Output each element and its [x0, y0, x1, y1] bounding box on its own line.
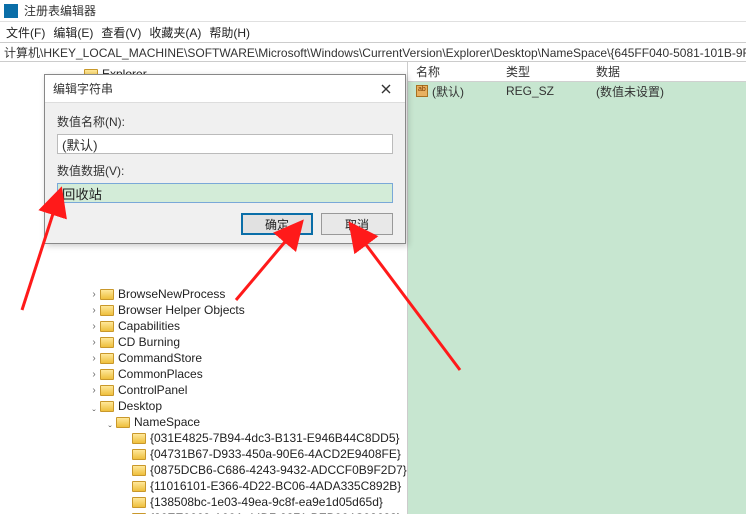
folder-icon [132, 481, 146, 492]
row-data: (数值未设置) [588, 83, 746, 100]
tree-node[interactable]: › CommonPlaces [0, 366, 407, 382]
tree-node[interactable]: ˬ NameSpace [0, 414, 407, 430]
tree-label: {0875DCB6-C686-4243-9432-ADCCF0B9F2D7} [150, 463, 407, 477]
tree-node[interactable]: {26EE0668-A00A-44D7-9371-BEB064C98683} [0, 510, 407, 514]
tree-node[interactable]: ˬ Desktop [0, 398, 407, 414]
value-data-label: 数值数据(V): [57, 162, 393, 179]
tree-label: {04731B67-D933-450a-90E6-4ACD2E9408FE} [150, 447, 401, 461]
dialog-titlebar[interactable]: 编辑字符串 [45, 75, 405, 103]
folder-icon [132, 449, 146, 460]
menu-file[interactable]: 文件(F) [4, 24, 47, 41]
value-name-input [57, 134, 393, 154]
menu-edit[interactable]: 编辑(E) [51, 24, 95, 41]
folder-icon [100, 321, 114, 332]
folder-icon [100, 353, 114, 364]
value-data-input[interactable] [57, 183, 393, 203]
folder-icon [100, 401, 114, 412]
folder-icon [116, 417, 130, 428]
tree-label: Desktop [118, 399, 162, 413]
string-icon [416, 85, 428, 97]
chevron-right-icon[interactable]: › [88, 369, 100, 380]
row-type: REG_SZ [498, 84, 588, 98]
chevron-right-icon[interactable]: › [88, 337, 100, 348]
ok-button[interactable]: 确定 [241, 213, 313, 235]
tree-node[interactable]: {11016101-E366-4D22-BC06-4ADA335C892B} [0, 478, 407, 494]
tree-label: Browser Helper Objects [118, 303, 245, 317]
folder-icon [100, 289, 114, 300]
cancel-button[interactable]: 取消 [321, 213, 393, 235]
row-name: (默认) [432, 83, 464, 100]
tree-node[interactable]: › CommandStore [0, 350, 407, 366]
folder-icon [132, 433, 146, 444]
chevron-down-icon[interactable]: ˬ [104, 417, 116, 428]
address-bar[interactable]: 计算机\HKEY_LOCAL_MACHINE\SOFTWARE\Microsof… [0, 42, 746, 62]
tree-label: Capabilities [118, 319, 180, 333]
close-icon[interactable] [369, 79, 403, 99]
tree-node[interactable]: › Browser Helper Objects [0, 302, 407, 318]
menu-view[interactable]: 查看(V) [99, 24, 143, 41]
menu-favorites[interactable]: 收藏夹(A) [147, 24, 203, 41]
tree-node[interactable]: › CD Burning [0, 334, 407, 350]
tree-label: ControlPanel [118, 383, 187, 397]
tree-label: CommandStore [118, 351, 202, 365]
folder-icon [100, 369, 114, 380]
tree-node[interactable]: {138508bc-1e03-49ea-9c8f-ea9e1d05d65d} [0, 494, 407, 510]
app-icon [4, 4, 18, 18]
chevron-right-icon[interactable]: › [88, 385, 100, 396]
menu-help[interactable]: 帮助(H) [207, 24, 252, 41]
tree-label: CommonPlaces [118, 367, 203, 381]
chevron-right-icon[interactable]: › [88, 305, 100, 316]
tree-label: CD Burning [118, 335, 180, 349]
window-title: 注册表编辑器 [24, 2, 96, 19]
address-text: 计算机\HKEY_LOCAL_MACHINE\SOFTWARE\Microsof… [4, 44, 746, 61]
tree-node[interactable]: {04731B67-D933-450a-90E6-4ACD2E9408FE} [0, 446, 407, 462]
folder-icon [132, 497, 146, 508]
tree-label: NameSpace [134, 415, 200, 429]
folder-icon [100, 305, 114, 316]
tree-label: BrowseNewProcess [118, 287, 225, 301]
col-name[interactable]: 名称 [408, 63, 498, 80]
tree-node[interactable]: {031E4825-7B94-4dc3-B131-E946B44C8DD5} [0, 430, 407, 446]
tree-node[interactable]: › ControlPanel [0, 382, 407, 398]
dialog-title: 编辑字符串 [53, 80, 113, 97]
menu-bar: 文件(F) 编辑(E) 查看(V) 收藏夹(A) 帮助(H) [0, 22, 746, 42]
col-type[interactable]: 类型 [498, 63, 588, 80]
list-pane[interactable]: 名称 类型 数据 (默认) REG_SZ (数值未设置) [408, 62, 746, 514]
folder-icon [100, 337, 114, 348]
tree-label: {138508bc-1e03-49ea-9c8f-ea9e1d05d65d} [150, 495, 383, 509]
tree-node[interactable]: › BrowseNewProcess [0, 286, 407, 302]
list-row[interactable]: (默认) REG_SZ (数值未设置) [408, 82, 746, 100]
tree-label: {031E4825-7B94-4dc3-B131-E946B44C8DD5} [150, 431, 400, 445]
edit-string-dialog: 编辑字符串 数值名称(N): 数值数据(V): 确定 取消 [44, 74, 406, 244]
chevron-right-icon[interactable]: › [88, 289, 100, 300]
chevron-down-icon[interactable]: ˬ [88, 401, 100, 412]
chevron-right-icon[interactable]: › [88, 321, 100, 332]
chevron-right-icon[interactable]: › [88, 353, 100, 364]
list-header: 名称 类型 数据 [408, 62, 746, 82]
value-name-label: 数值名称(N): [57, 113, 393, 130]
col-data[interactable]: 数据 [588, 63, 746, 80]
tree-node[interactable]: {0875DCB6-C686-4243-9432-ADCCF0B9F2D7} [0, 462, 407, 478]
window-titlebar: 注册表编辑器 [0, 0, 746, 22]
tree-label: {11016101-E366-4D22-BC06-4ADA335C892B} [150, 479, 401, 493]
tree-node[interactable]: › Capabilities [0, 318, 407, 334]
folder-icon [132, 465, 146, 476]
folder-icon [100, 385, 114, 396]
